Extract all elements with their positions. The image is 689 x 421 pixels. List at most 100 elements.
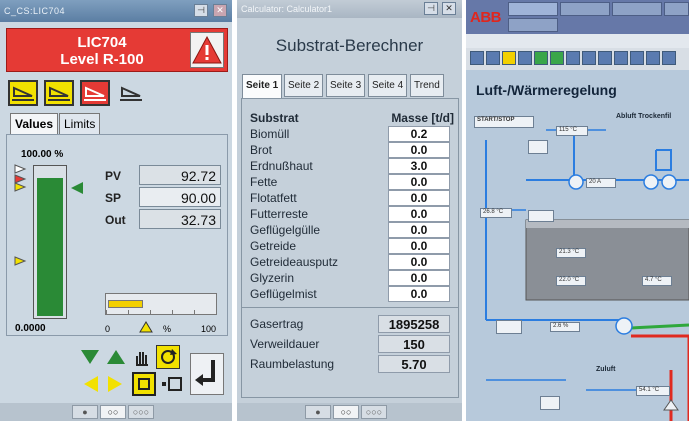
- tab-limits[interactable]: Limits: [59, 113, 101, 135]
- toolbar-icon[interactable]: [518, 51, 532, 65]
- substrate-name: Brot: [250, 143, 273, 157]
- controller-box[interactable]: [528, 210, 554, 222]
- arrow-right-icon: [108, 376, 122, 392]
- tab-seite-4[interactable]: Seite 4: [368, 74, 408, 97]
- arrow-down-icon: [81, 350, 99, 364]
- tab-seite-3[interactable]: Seite 3: [326, 74, 366, 97]
- cascade-mode-button[interactable]: [132, 372, 156, 396]
- normal-view-button[interactable]: ○○: [100, 405, 126, 419]
- limit-flag-icon: [84, 86, 106, 101]
- alarm-acknowledge-button[interactable]: [190, 32, 224, 68]
- low-low-limit-button[interactable]: [116, 80, 146, 106]
- alarm-band-box[interactable]: [664, 2, 689, 16]
- reduced-view-button[interactable]: ●: [72, 405, 98, 419]
- normal-view-button[interactable]: ○○: [333, 405, 359, 419]
- auto-mode-button[interactable]: [156, 345, 180, 369]
- enter-button[interactable]: [190, 353, 224, 395]
- substrate-mass-input[interactable]: 0.2: [388, 126, 450, 142]
- alarm-band-box[interactable]: [560, 2, 610, 16]
- output-bargraph: [105, 293, 217, 315]
- controller-box[interactable]: [540, 396, 560, 410]
- calculator-window-title: Calculator: Calculator1: [241, 4, 333, 14]
- substrate-mass-input[interactable]: 0.0: [388, 270, 450, 286]
- low-limit-button[interactable]: [80, 80, 110, 106]
- substrate-mass-input[interactable]: 0.0: [388, 238, 450, 254]
- pin-icon[interactable]: ⊣: [424, 2, 438, 15]
- substrate-mass-input[interactable]: 0.0: [388, 206, 450, 222]
- substrate-name: Futterreste: [250, 207, 309, 221]
- tab-trend[interactable]: Trend: [410, 74, 444, 97]
- substrate-name: Getreideausputz: [250, 255, 339, 269]
- alarm-band-box[interactable]: [612, 2, 662, 16]
- toolbar-icon[interactable]: [614, 51, 628, 65]
- increase-button[interactable]: [104, 345, 128, 369]
- substrate-mass-input[interactable]: 0.0: [388, 190, 450, 206]
- temp-readout: 54.1 °C: [636, 386, 670, 396]
- result-row: Gasertrag 1895258: [242, 315, 460, 333]
- toolbar-icon[interactable]: [662, 51, 676, 65]
- pin-icon[interactable]: ⊣: [194, 4, 208, 17]
- tab-seite-1[interactable]: Seite 1: [242, 74, 283, 99]
- tag-name: LIC704: [77, 34, 127, 51]
- tab-values[interactable]: Values: [10, 113, 59, 136]
- substrate-mass-input[interactable]: 0.0: [388, 174, 450, 190]
- warning-icon[interactable]: [502, 51, 516, 65]
- column-header-masse: Masse [t/d]: [391, 111, 454, 125]
- arrow-up-icon: [107, 350, 125, 364]
- limit-flag-icon: [12, 86, 34, 101]
- toolbar-icon[interactable]: [470, 51, 484, 65]
- values-tab-content: 100.00 % PV 92.72 SP 90.00 Out 32.73 0.0…: [6, 134, 228, 336]
- substrate-mass-input[interactable]: 0.0: [388, 254, 450, 270]
- toolbar-icon[interactable]: [630, 51, 644, 65]
- substrate-name: Geflügelmist: [250, 287, 317, 301]
- extended-view-button[interactable]: ○○○: [128, 405, 154, 419]
- bar-top-label: 100.00 %: [21, 149, 64, 160]
- temp-readout: 26.8 °C: [480, 208, 512, 218]
- current-readout: 20 A: [586, 178, 616, 188]
- limit-markers: [14, 164, 27, 266]
- faceplate-window: C_CS:LIC704 ⊣ ✕ LIC704 Level R-100 Value: [0, 0, 232, 421]
- substrate-mass-input[interactable]: 0.0: [388, 142, 450, 158]
- sp-value[interactable]: 90.00: [139, 187, 221, 207]
- high-high-limit-button[interactable]: [8, 80, 38, 106]
- left-button[interactable]: [78, 372, 102, 396]
- menu-bar[interactable]: [466, 34, 689, 48]
- toolbar-icon[interactable]: [566, 51, 580, 65]
- result-value: 5.70: [378, 355, 450, 373]
- calculator-heading: Substrat-Berechner: [275, 36, 424, 55]
- toolbar-icon[interactable]: [598, 51, 612, 65]
- output-marker-icon: [139, 321, 153, 333]
- external-square-icon: [162, 377, 182, 391]
- level-fill: [37, 178, 63, 316]
- out-scale-unit: %: [163, 324, 172, 334]
- reduced-view-button[interactable]: ●: [305, 405, 331, 419]
- toolbar-icon[interactable]: [486, 51, 500, 65]
- toolbar-icon[interactable]: [582, 51, 596, 65]
- out-scale-min: 0: [105, 324, 111, 334]
- alarm-band-box[interactable]: [508, 2, 558, 16]
- external-mode-button[interactable]: [160, 372, 184, 396]
- controller-box[interactable]: [496, 320, 522, 334]
- decrease-button[interactable]: [78, 345, 102, 369]
- substrate-name: Flotatfett: [250, 191, 297, 205]
- auto-cycle-icon: [161, 349, 177, 364]
- high-limit-button[interactable]: [44, 80, 74, 106]
- extended-view-button[interactable]: ○○○: [361, 405, 387, 419]
- substrate-mass-input[interactable]: 0.0: [388, 286, 450, 302]
- close-icon[interactable]: ✕: [213, 4, 227, 17]
- substrate-mass-input[interactable]: 3.0: [388, 158, 450, 174]
- tab-seite-2[interactable]: Seite 2: [284, 74, 324, 97]
- manual-mode-button[interactable]: [130, 345, 154, 369]
- substrate-name: Glyzerin: [250, 271, 295, 285]
- substrate-mass-input[interactable]: 0.0: [388, 222, 450, 238]
- toolbar-icon[interactable]: [534, 51, 548, 65]
- abb-logo: ABB: [470, 9, 502, 26]
- substrate-row: Geflügelgülle 0.0: [242, 222, 460, 238]
- toolbar-icon[interactable]: [550, 51, 564, 65]
- alarm-band-box[interactable]: [508, 18, 558, 32]
- close-icon[interactable]: ✕: [442, 2, 456, 15]
- controller-box[interactable]: [528, 140, 548, 154]
- start-stop-button[interactable]: START/STOP: [474, 116, 534, 128]
- toolbar-icon[interactable]: [646, 51, 660, 65]
- right-button[interactable]: [104, 372, 128, 396]
